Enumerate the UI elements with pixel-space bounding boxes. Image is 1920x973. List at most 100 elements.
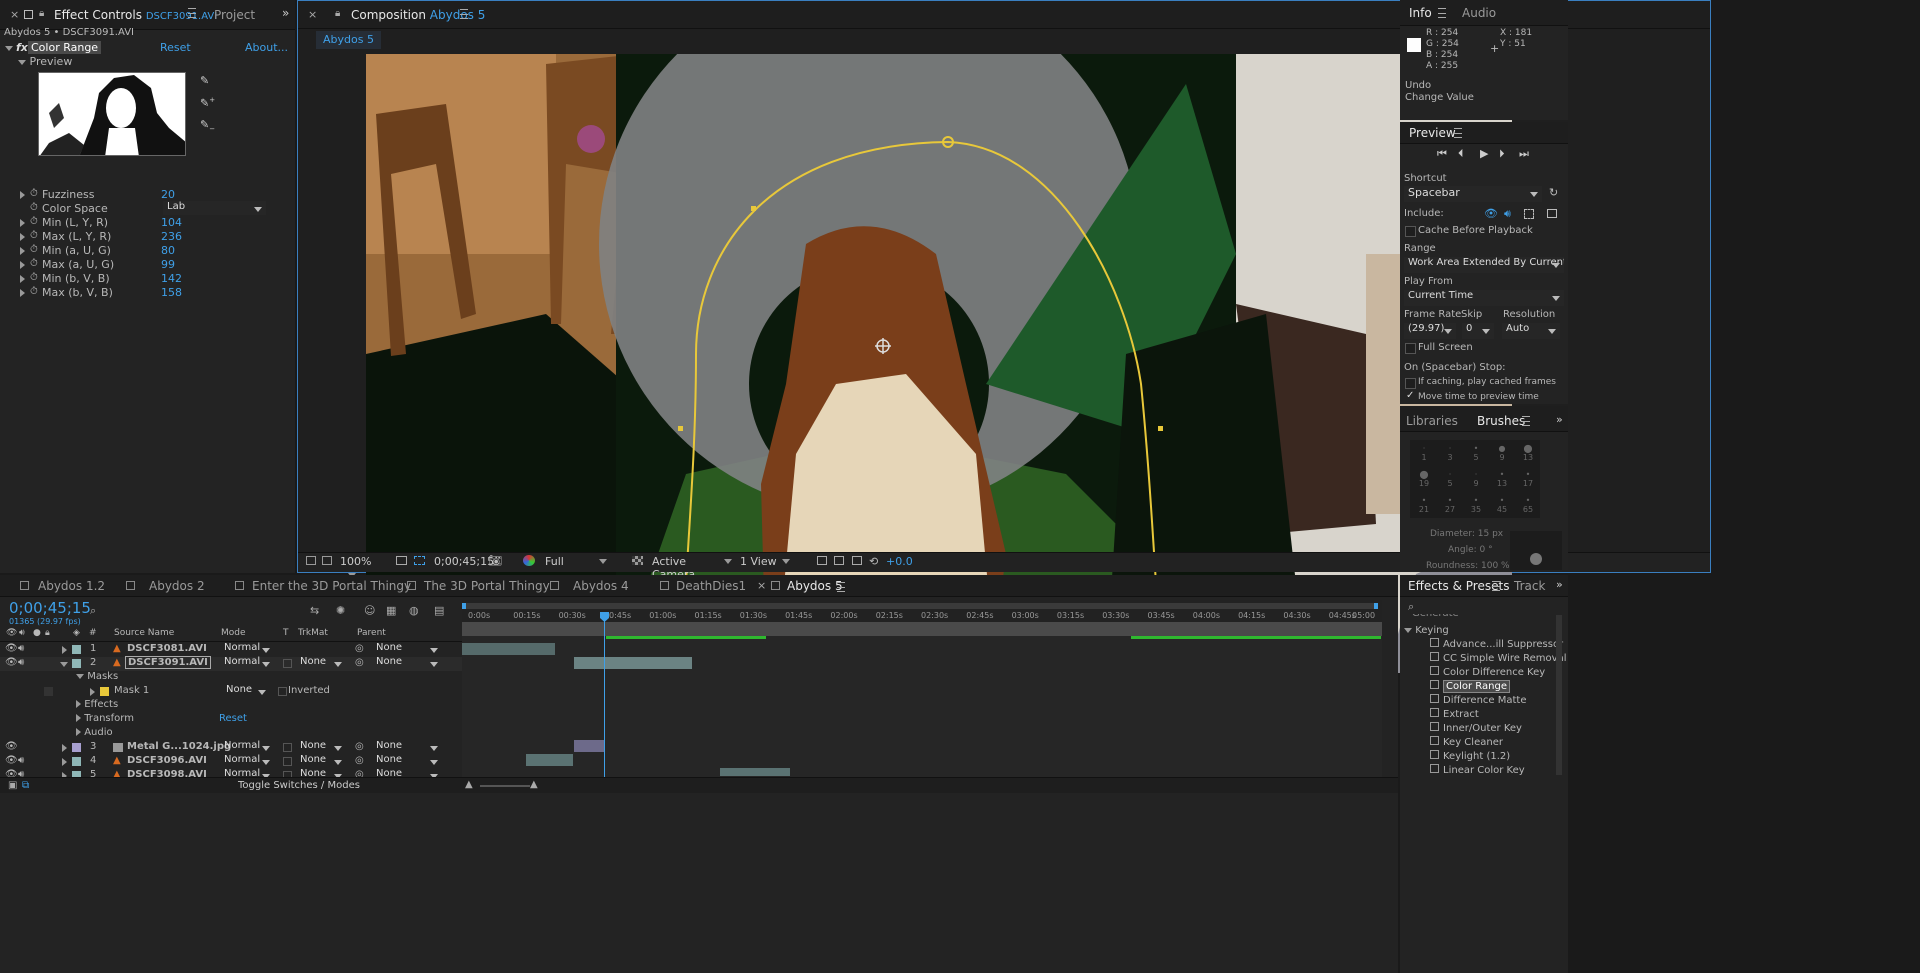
fit-icon[interactable] bbox=[396, 556, 407, 565]
graph-editor-icon[interactable]: ▤ bbox=[434, 604, 444, 617]
layer-bar-2[interactable] bbox=[574, 657, 692, 669]
reset-icon[interactable]: ↻ bbox=[1549, 186, 1558, 199]
tab-abydos-1-2[interactable]: Abydos 1.2 bbox=[38, 579, 105, 593]
effect-item[interactable]: Linear Color Key bbox=[1430, 764, 1525, 778]
play-icon[interactable]: ▶ bbox=[1480, 147, 1488, 160]
label-color[interactable] bbox=[72, 757, 81, 766]
zoom-in-icon[interactable]: ▲ bbox=[530, 779, 538, 790]
brush-tip[interactable]: ⬤ 13 bbox=[1518, 444, 1538, 462]
effect-item[interactable]: Extract bbox=[1430, 708, 1479, 722]
full-screen-checkbox[interactable] bbox=[1405, 343, 1416, 354]
toggle-switches-button[interactable]: Toggle Switches / Modes bbox=[238, 780, 360, 791]
reset-button[interactable]: Reset bbox=[160, 41, 191, 54]
chevron-right-icon[interactable]: » bbox=[1556, 413, 1563, 426]
menu-icon[interactable] bbox=[1438, 8, 1446, 18]
mode-select[interactable]: Normal bbox=[220, 656, 274, 670]
param-value[interactable]: 80 bbox=[161, 244, 175, 257]
menu-icon[interactable] bbox=[1492, 581, 1500, 591]
expand-icon[interactable] bbox=[62, 646, 67, 654]
eye-icon[interactable]: 👁︎ bbox=[5, 741, 18, 752]
trkmat-checkbox[interactable] bbox=[283, 659, 292, 668]
brush-tip[interactable]: · 9 bbox=[1466, 470, 1486, 488]
stopwatch-icon[interactable]: ⏱︎ bbox=[30, 286, 38, 297]
expand-icon[interactable] bbox=[90, 688, 95, 696]
layer-bar-4[interactable] bbox=[526, 754, 573, 766]
brush-tip[interactable]: • 27 bbox=[1440, 496, 1460, 514]
tab-brushes[interactable]: Brushes bbox=[1477, 414, 1525, 428]
layer-name[interactable]: DSCF3096.AVI bbox=[127, 755, 207, 766]
label-color[interactable] bbox=[72, 743, 81, 752]
layer-row[interactable]: 👁︎ 🔊︎ 4 ▲ DSCF3096.AVI Normal None ◎ Non… bbox=[0, 754, 462, 769]
chevron-right-icon[interactable]: » bbox=[282, 6, 289, 20]
stopwatch-icon[interactable]: ⏱︎ bbox=[30, 188, 38, 199]
render-icon[interactable]: ▣ bbox=[8, 780, 17, 791]
brush-tip[interactable]: • 35 bbox=[1466, 496, 1486, 514]
trkmat-checkbox[interactable] bbox=[283, 743, 292, 752]
play-from-select[interactable]: Current Time bbox=[1404, 290, 1564, 306]
menu-icon[interactable] bbox=[1454, 128, 1462, 138]
stopwatch-icon[interactable]: ⏱︎ bbox=[30, 202, 38, 213]
expand-icon[interactable] bbox=[20, 261, 25, 269]
expand-icon[interactable] bbox=[20, 289, 25, 297]
roi-icon[interactable] bbox=[414, 556, 425, 565]
work-area-bar[interactable] bbox=[462, 603, 1378, 609]
eye-icon[interactable]: 👁︎ bbox=[5, 643, 18, 654]
comp-mini-flowchart-icon[interactable]: ⇆ bbox=[310, 604, 319, 617]
time-ruler[interactable]: 0:00s 00:15s 00:30s 00:45s 01:00s 01:15s 01:30… bbox=[462, 600, 1382, 622]
close-icon[interactable]: × bbox=[10, 8, 19, 21]
parent-select[interactable]: None bbox=[372, 642, 442, 656]
chevron-right-icon[interactable]: » bbox=[1556, 578, 1563, 591]
effect-item-selected[interactable]: Color Range bbox=[1430, 680, 1510, 694]
eyedropper-plus-icon[interactable]: ✎+ bbox=[200, 96, 215, 110]
exposure-value[interactable]: +0.0 bbox=[886, 555, 913, 568]
layer-bar-3[interactable] bbox=[574, 740, 604, 752]
mask-name[interactable]: Mask 1 bbox=[114, 685, 149, 696]
param-value[interactable]: 142 bbox=[161, 272, 182, 285]
eyedropper-minus-icon[interactable]: ✎− bbox=[200, 118, 215, 133]
tab-abydos-5[interactable]: Abydos 5 bbox=[787, 579, 843, 593]
tab-abydos-4[interactable]: Abydos 4 bbox=[573, 579, 629, 593]
expand-icon[interactable] bbox=[20, 191, 25, 199]
monitor-icon[interactable] bbox=[322, 556, 332, 565]
parent-select[interactable]: None bbox=[372, 656, 442, 670]
mask-color[interactable] bbox=[100, 687, 109, 696]
effect-item[interactable]: CC Simple Wire Removal bbox=[1430, 652, 1566, 666]
transform-reset-button[interactable]: Reset bbox=[219, 713, 247, 724]
timeline-icon[interactable] bbox=[834, 556, 844, 565]
expand-icon[interactable] bbox=[20, 219, 25, 227]
mask-1-row[interactable]: Mask 1 None Inverted bbox=[0, 684, 462, 699]
video-eye-icon[interactable]: 👁︎ bbox=[1484, 207, 1498, 220]
trkmat-checkbox[interactable] bbox=[283, 757, 292, 766]
effect-item[interactable]: Difference Matte bbox=[1430, 694, 1526, 708]
parent-pickwhip-icon[interactable]: ◎ bbox=[355, 755, 364, 766]
effect-item[interactable]: Advance...ill Suppressor bbox=[1430, 638, 1563, 652]
stopwatch-icon[interactable]: ⏱︎ bbox=[30, 230, 38, 241]
solo-toggle[interactable] bbox=[44, 687, 53, 696]
speaker-icon[interactable]: 🔊︎ bbox=[18, 657, 24, 668]
tab-preview[interactable]: Preview bbox=[1409, 126, 1456, 140]
first-frame-icon[interactable]: ⏮︎ bbox=[1437, 147, 1447, 161]
expand-icon[interactable] bbox=[20, 233, 25, 241]
next-frame-icon[interactable]: ⏵︎ bbox=[1499, 147, 1505, 161]
mode-select[interactable]: Normal bbox=[220, 754, 274, 768]
brush-tip[interactable]: • 13 bbox=[1492, 470, 1512, 488]
view-layout-select[interactable]: 1 View bbox=[740, 555, 790, 568]
shy-icon[interactable]: ☺ bbox=[364, 604, 375, 617]
fx-icon[interactable]: fx bbox=[16, 41, 28, 54]
if-caching-checkbox[interactable] bbox=[1405, 378, 1416, 389]
mode-select[interactable]: Normal bbox=[220, 642, 274, 656]
brush-tip[interactable]: • 5 bbox=[1466, 444, 1486, 462]
camera-icon[interactable]: 📷︎ bbox=[488, 554, 502, 567]
skip-select[interactable]: 0 bbox=[1462, 323, 1494, 339]
menu-icon[interactable] bbox=[460, 9, 468, 19]
layer-row[interactable]: 👁︎ 🔊︎ 1 ▲ DSCF3081.AVI Normal ◎ None bbox=[0, 642, 462, 657]
transform-group[interactable]: Transform bbox=[76, 713, 134, 724]
cache-checkbox[interactable] bbox=[1405, 226, 1416, 237]
audio-group[interactable]: Audio bbox=[76, 727, 113, 738]
speaker-icon[interactable]: 🔊︎ bbox=[18, 755, 24, 766]
tab-enter-3d-portal[interactable]: Enter the 3D Portal Thingy bbox=[252, 579, 411, 593]
label-color[interactable] bbox=[72, 645, 81, 654]
menu-icon[interactable] bbox=[1522, 416, 1530, 426]
layer-row[interactable]: 👁︎ 3 Metal G...1024.jpg Normal None ◎ No… bbox=[0, 740, 462, 755]
menu-icon[interactable] bbox=[837, 582, 845, 592]
